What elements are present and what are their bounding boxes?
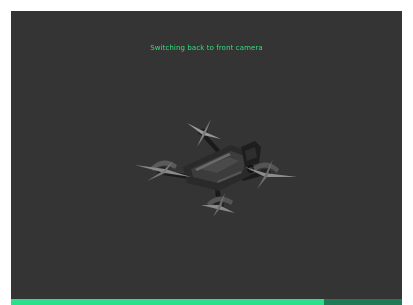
status-message: Switching back to front camera (150, 44, 263, 52)
camera-screen: Switching back to front camera (11, 11, 402, 305)
progress-bar (11, 299, 402, 305)
drone-image (135, 119, 297, 217)
progress-bar-fill (11, 299, 324, 305)
